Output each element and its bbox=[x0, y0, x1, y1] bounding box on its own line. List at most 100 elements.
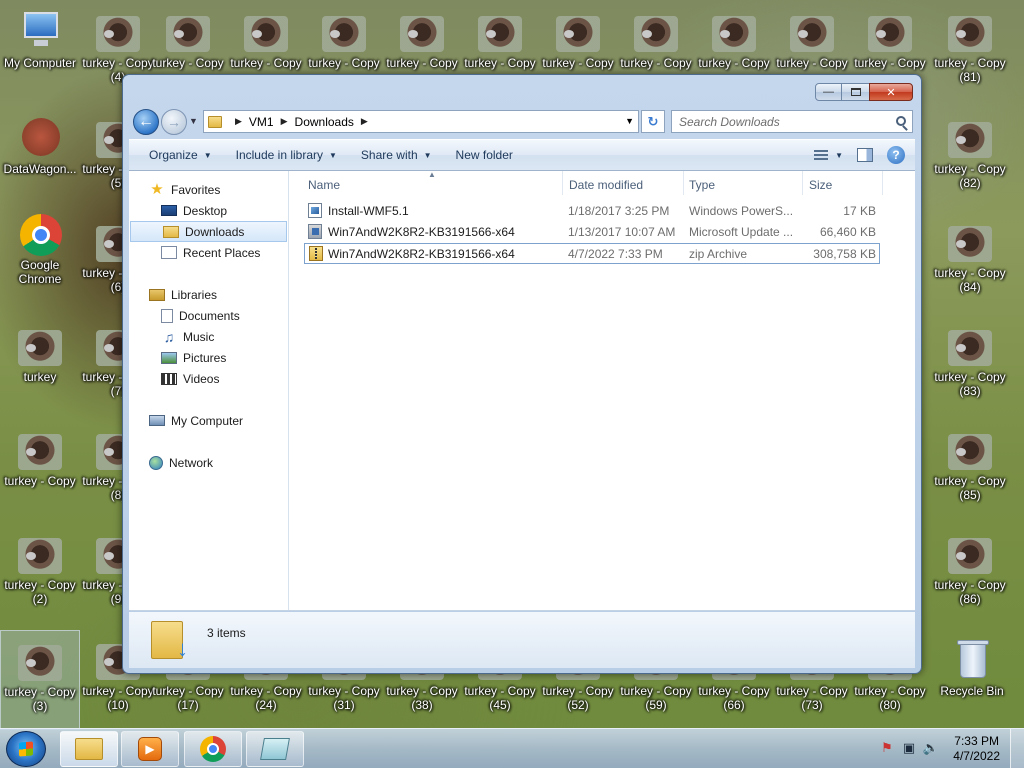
folder-icon bbox=[208, 115, 222, 128]
folder-icon bbox=[75, 738, 103, 760]
nav-my-computer[interactable]: My Computer bbox=[129, 410, 288, 431]
nav-music[interactable]: ♫ Music bbox=[129, 326, 288, 347]
network-icon[interactable]: ▣ bbox=[902, 740, 916, 755]
organize-menu[interactable]: Organize ▼ bbox=[129, 140, 224, 170]
turkey-image-icon bbox=[18, 434, 62, 470]
action-center-flag-icon[interactable]: ⚑ bbox=[880, 740, 894, 755]
minimize-button[interactable]: — bbox=[815, 83, 842, 101]
desktop-icon-google-chrome[interactable]: Google Chrome bbox=[0, 204, 80, 304]
breadcrumb-vm1[interactable]: VM1 bbox=[249, 115, 274, 129]
downloads-folder-icon bbox=[163, 225, 179, 238]
file-name: Install-WMF5.1 bbox=[328, 204, 409, 218]
navigation-bar: ← → ▼ ▶ VM1 ▶ Downloads ▶ ▼ ↻ bbox=[131, 107, 913, 135]
turkey-image-icon bbox=[166, 16, 210, 52]
column-header-type[interactable]: Type bbox=[689, 178, 715, 192]
preview-pane-icon[interactable] bbox=[857, 148, 873, 162]
file-type: zip Archive bbox=[689, 247, 748, 261]
address-bar[interactable]: ▶ VM1 ▶ Downloads ▶ ▼ bbox=[203, 110, 639, 133]
taskbar-notepad[interactable] bbox=[246, 731, 304, 767]
nav-downloads[interactable]: Downloads bbox=[130, 221, 287, 242]
window-caption-buttons: — ✕ bbox=[815, 83, 913, 101]
nav-pictures[interactable]: Pictures bbox=[129, 347, 288, 368]
show-desktop-button[interactable] bbox=[1010, 729, 1024, 768]
file-row[interactable]: Install-WMF5.1 1/18/2017 3:25 PM Windows… bbox=[304, 201, 880, 222]
file-row[interactable]: Win7AndW2K8R2-KB3191566-x64 1/13/2017 10… bbox=[304, 222, 880, 243]
column-header-name[interactable]: Name bbox=[308, 178, 340, 192]
turkey-image-icon bbox=[556, 16, 600, 52]
maximize-button[interactable] bbox=[841, 83, 870, 101]
breadcrumb-downloads[interactable]: Downloads bbox=[295, 115, 354, 129]
chevron-down-icon: ▼ bbox=[329, 150, 337, 160]
help-icon[interactable]: ? bbox=[887, 146, 905, 164]
desktop-icon-my-computer[interactable]: My Computer bbox=[0, 2, 80, 102]
desktop-icon-turkey-copy-81[interactable]: turkey - Copy (81) bbox=[930, 2, 1010, 102]
desktop-icon-turkey-copy-86[interactable]: turkey - Copy (86) bbox=[930, 524, 1010, 624]
turkey-image-icon bbox=[18, 645, 62, 681]
turkey-image-icon bbox=[18, 538, 62, 574]
nav-desktop[interactable]: Desktop bbox=[129, 200, 288, 221]
volume-icon[interactable]: 🔈 bbox=[923, 740, 939, 755]
share-with-menu[interactable]: Share with ▼ bbox=[349, 140, 444, 170]
change-view-button[interactable] bbox=[807, 150, 835, 160]
desktop-icon-turkey-copy-82[interactable]: turkey - Copy (82) bbox=[930, 108, 1010, 208]
turkey-image-icon bbox=[478, 16, 522, 52]
refresh-button[interactable]: ↻ bbox=[641, 110, 665, 133]
nav-network[interactable]: Network bbox=[129, 452, 288, 473]
address-history-dropdown[interactable]: ▼ bbox=[625, 116, 634, 126]
file-row-selected[interactable]: Win7AndW2K8R2-KB3191566-x64 4/7/2022 7:3… bbox=[304, 243, 880, 264]
chevron-down-icon[interactable]: ▼ bbox=[835, 151, 843, 160]
chevron-right-icon[interactable]: ▶ bbox=[361, 116, 368, 127]
desktop-icon-turkey[interactable]: turkey bbox=[0, 316, 80, 416]
nav-libraries[interactable]: Libraries bbox=[129, 284, 288, 305]
taskbar-media-player[interactable]: ▶ bbox=[121, 731, 179, 767]
chevron-right-icon[interactable]: ▶ bbox=[235, 116, 242, 127]
include-in-library-menu[interactable]: Include in library ▼ bbox=[224, 140, 349, 170]
nav-favorites[interactable]: ★ Favorites bbox=[129, 179, 288, 200]
back-button[interactable]: ← bbox=[133, 109, 159, 135]
file-date: 4/7/2022 7:33 PM bbox=[568, 247, 663, 261]
desktop-icon-turkey-copy-84[interactable]: turkey - Copy (84) bbox=[930, 212, 1010, 312]
desktop-icon-turkey-copy-3[interactable]: turkey - Copy (3) bbox=[0, 630, 80, 730]
chevron-down-icon: ▼ bbox=[203, 150, 212, 160]
powershell-script-icon bbox=[308, 203, 322, 218]
clock[interactable]: 7:33 PM 4/7/2022 bbox=[953, 734, 1000, 764]
music-icon: ♫ bbox=[163, 328, 175, 345]
new-folder-button[interactable]: New folder bbox=[444, 140, 525, 170]
refresh-icon: ↻ bbox=[647, 113, 659, 129]
chrome-icon bbox=[20, 214, 62, 256]
desktop-icon-turkey-copy-85[interactable]: turkey - Copy (85) bbox=[930, 420, 1010, 520]
chrome-icon bbox=[200, 736, 226, 762]
file-name: Win7AndW2K8R2-KB3191566-x64 bbox=[328, 247, 515, 261]
column-header-size[interactable]: Size bbox=[809, 178, 832, 192]
arrow-right-icon: → bbox=[167, 114, 181, 130]
desktop-icon-recycle-bin[interactable]: Recycle Bin bbox=[932, 630, 1012, 730]
taskbar-explorer[interactable] bbox=[60, 731, 118, 767]
desktop-icon-datawagon[interactable]: DataWagon... bbox=[0, 108, 80, 208]
turkey-image-icon bbox=[244, 16, 288, 52]
taskbar-chrome[interactable] bbox=[184, 731, 242, 767]
desktop-icon-turkey-copy-83[interactable]: turkey - Copy (83) bbox=[930, 316, 1010, 416]
file-list: ▲ Name Date modified Type Size Install-W… bbox=[290, 170, 915, 610]
desktop-icon-turkey-copy-2[interactable]: turkey - Copy (2) bbox=[0, 524, 80, 624]
nav-recent-places[interactable]: Recent Places bbox=[129, 242, 288, 263]
search-input[interactable] bbox=[679, 114, 879, 129]
desktop-icon-turkey-copy[interactable]: turkey - Copy bbox=[0, 420, 80, 520]
column-header-date-modified[interactable]: Date modified bbox=[569, 178, 643, 192]
explorer-body: ★ Favorites Desktop Downloads Recent Plac… bbox=[129, 170, 915, 611]
column-headers: ▲ Name Date modified Type Size bbox=[290, 170, 915, 199]
close-button[interactable]: ✕ bbox=[869, 83, 913, 101]
view-controls: ▼ ? bbox=[807, 146, 915, 164]
navigation-pane: ★ Favorites Desktop Downloads Recent Plac… bbox=[129, 171, 289, 610]
search-icon[interactable] bbox=[896, 116, 906, 126]
view-details-icon bbox=[814, 150, 829, 160]
file-type: Windows PowerS... bbox=[689, 204, 794, 218]
forward-button[interactable]: → bbox=[161, 109, 187, 135]
nav-videos[interactable]: Videos bbox=[129, 368, 288, 389]
start-button[interactable] bbox=[6, 731, 46, 767]
recent-pages-dropdown[interactable]: ▼ bbox=[189, 116, 198, 126]
search-box[interactable] bbox=[671, 110, 913, 133]
chevron-right-icon[interactable]: ▶ bbox=[281, 116, 288, 127]
turkey-image-icon bbox=[948, 16, 992, 52]
nav-documents[interactable]: Documents bbox=[129, 305, 288, 326]
turkey-image-icon bbox=[948, 122, 992, 158]
